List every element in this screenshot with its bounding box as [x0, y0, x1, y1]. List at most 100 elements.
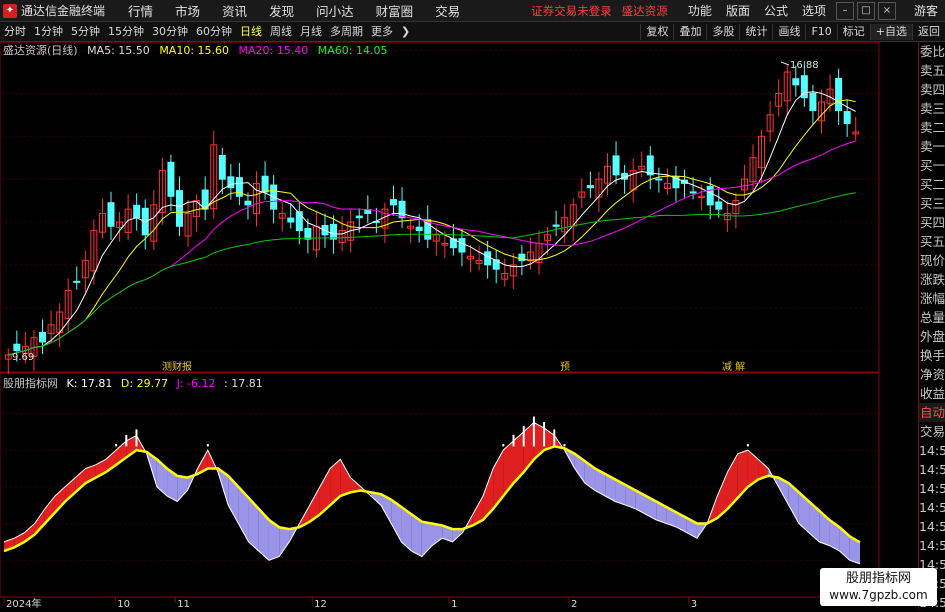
- candle-body[interactable]: [843, 111, 851, 124]
- side-panel-item[interactable]: 自动: [919, 403, 945, 422]
- event-label-forecast[interactable]: 预: [560, 361, 570, 373]
- menu-item-trade[interactable]: 交易: [435, 1, 460, 20]
- candle-body[interactable]: [73, 280, 81, 283]
- stats-button[interactable]: 统计: [739, 23, 772, 40]
- side-panel-item[interactable]: 交易: [919, 422, 945, 441]
- candle-body[interactable]: [715, 201, 723, 210]
- tab-period-60min[interactable]: 60分钟: [192, 24, 236, 40]
- side-panel-item[interactable]: 外盘: [919, 327, 945, 346]
- side-panel-item[interactable]: 委比: [919, 42, 945, 61]
- candle-body[interactable]: [133, 204, 141, 219]
- side-panel-item[interactable]: 收益: [919, 384, 945, 403]
- side-panel-item[interactable]: 卖五: [919, 61, 945, 80]
- candle-body[interactable]: [218, 155, 226, 180]
- candle-body[interactable]: [304, 228, 312, 240]
- f10-button[interactable]: F10: [805, 23, 836, 40]
- side-panel-item[interactable]: 卖四: [919, 80, 945, 99]
- close-icon[interactable]: ×: [877, 1, 896, 20]
- candle-body[interactable]: [398, 200, 406, 219]
- candle-body[interactable]: [261, 175, 269, 193]
- candle-body[interactable]: [646, 155, 654, 176]
- candle-body[interactable]: [792, 78, 800, 86]
- candle-body[interactable]: [458, 238, 466, 253]
- tab-period-weekly[interactable]: 周线: [266, 24, 296, 40]
- tab-period-5min[interactable]: 5分钟: [67, 24, 104, 40]
- candle-body[interactable]: [355, 215, 363, 219]
- side-panel-item[interactable]: 买五: [919, 232, 945, 251]
- candle-body[interactable]: [552, 224, 560, 227]
- tab-period-timeshare[interactable]: 分时: [0, 24, 30, 40]
- more-dropdown-icon[interactable]: ❯: [397, 24, 414, 40]
- candle-body[interactable]: [167, 161, 175, 197]
- menu-item-ask[interactable]: 问小达: [316, 1, 354, 20]
- side-panel-item[interactable]: 净资: [919, 365, 945, 384]
- adjust-button[interactable]: 复权: [640, 23, 673, 40]
- candle-body[interactable]: [484, 251, 492, 266]
- menu-options[interactable]: 选项: [802, 2, 826, 19]
- guest-label[interactable]: 游客: [914, 2, 938, 19]
- menu-item-wealth[interactable]: 财富圈: [376, 1, 414, 20]
- multi-stock-button[interactable]: 多股: [706, 23, 739, 40]
- event-label-unlock[interactable]: 减 解: [722, 360, 745, 373]
- side-panel-item[interactable]: 14:56: [919, 498, 945, 517]
- side-panel-item[interactable]: 买三: [919, 194, 945, 213]
- side-panel-item[interactable]: 14:56: [919, 460, 945, 479]
- side-panel-item[interactable]: 卖一: [919, 137, 945, 156]
- side-panel-item[interactable]: 卖三: [919, 99, 945, 118]
- candle-body[interactable]: [706, 185, 714, 206]
- candle-body[interactable]: [107, 202, 115, 227]
- stock-chart[interactable]: 17.0016.0015.0014.0013.0012.0011.0010.00…: [0, 42, 880, 609]
- minimize-icon[interactable]: –: [835, 1, 854, 20]
- menu-item-quote[interactable]: 行情: [128, 1, 153, 20]
- back-button[interactable]: 返回: [912, 23, 945, 40]
- candle-body[interactable]: [287, 217, 295, 223]
- side-panel-item[interactable]: 现价: [919, 251, 945, 270]
- tab-period-monthly[interactable]: 月线: [296, 24, 326, 40]
- tab-period-30min[interactable]: 30分钟: [148, 24, 192, 40]
- side-panel-item[interactable]: 换手: [919, 346, 945, 365]
- side-panel-item[interactable]: 涨跌: [919, 270, 945, 289]
- side-panel-item[interactable]: 14:56: [919, 536, 945, 555]
- menu-layout[interactable]: 版面: [726, 2, 750, 19]
- event-label-report[interactable]: 测财报: [162, 360, 192, 373]
- tab-period-1min[interactable]: 1分钟: [30, 24, 67, 40]
- menu-formula[interactable]: 公式: [764, 2, 788, 19]
- candle-body[interactable]: [13, 343, 21, 352]
- candle-body[interactable]: [809, 92, 817, 112]
- tab-period-daily[interactable]: 日线: [236, 24, 266, 40]
- side-panel-item[interactable]: 买四: [919, 213, 945, 232]
- candle-body[interactable]: [330, 223, 338, 240]
- menu-function[interactable]: 功能: [688, 2, 712, 19]
- login-notice[interactable]: 证券交易未登录: [531, 3, 612, 19]
- candle-body[interactable]: [175, 190, 183, 227]
- tab-period-multi[interactable]: 多周期: [326, 24, 367, 40]
- draw-line-button[interactable]: 画线: [772, 23, 805, 40]
- side-panel-item[interactable]: 总量: [919, 308, 945, 327]
- mark-button[interactable]: 标记: [836, 23, 870, 40]
- side-panel-item[interactable]: 14:56: [919, 479, 945, 498]
- menu-item-market[interactable]: 市场: [175, 1, 200, 20]
- side-panel-item[interactable]: 14:56: [919, 441, 945, 460]
- menu-item-discover[interactable]: 发现: [269, 1, 294, 20]
- overlay-button[interactable]: 叠加: [673, 23, 706, 40]
- add-watchlist-button[interactable]: +自选: [869, 23, 912, 40]
- tab-period-15min[interactable]: 15分钟: [104, 24, 148, 40]
- candle-body[interactable]: [689, 191, 697, 194]
- candle-body[interactable]: [835, 77, 843, 112]
- side-panel-item[interactable]: 卖二: [919, 118, 945, 137]
- side-panel-item[interactable]: 买二: [919, 175, 945, 194]
- candle-body[interactable]: [39, 331, 47, 343]
- side-panel-item[interactable]: 买一: [919, 156, 945, 175]
- candle-body[interactable]: [389, 199, 397, 206]
- side-panel-item[interactable]: 涨幅: [919, 289, 945, 308]
- candle-body[interactable]: [655, 178, 663, 181]
- menu-item-news[interactable]: 资讯: [222, 1, 247, 20]
- side-panel-item[interactable]: 14:56: [919, 517, 945, 536]
- candle-body[interactable]: [244, 200, 252, 206]
- candle-body[interactable]: [612, 155, 620, 176]
- tab-period-more[interactable]: 更多: [367, 24, 397, 40]
- restore-icon[interactable]: □: [856, 1, 875, 20]
- candle-body[interactable]: [295, 211, 303, 232]
- candle-body[interactable]: [586, 185, 594, 189]
- candle-body[interactable]: [415, 226, 423, 232]
